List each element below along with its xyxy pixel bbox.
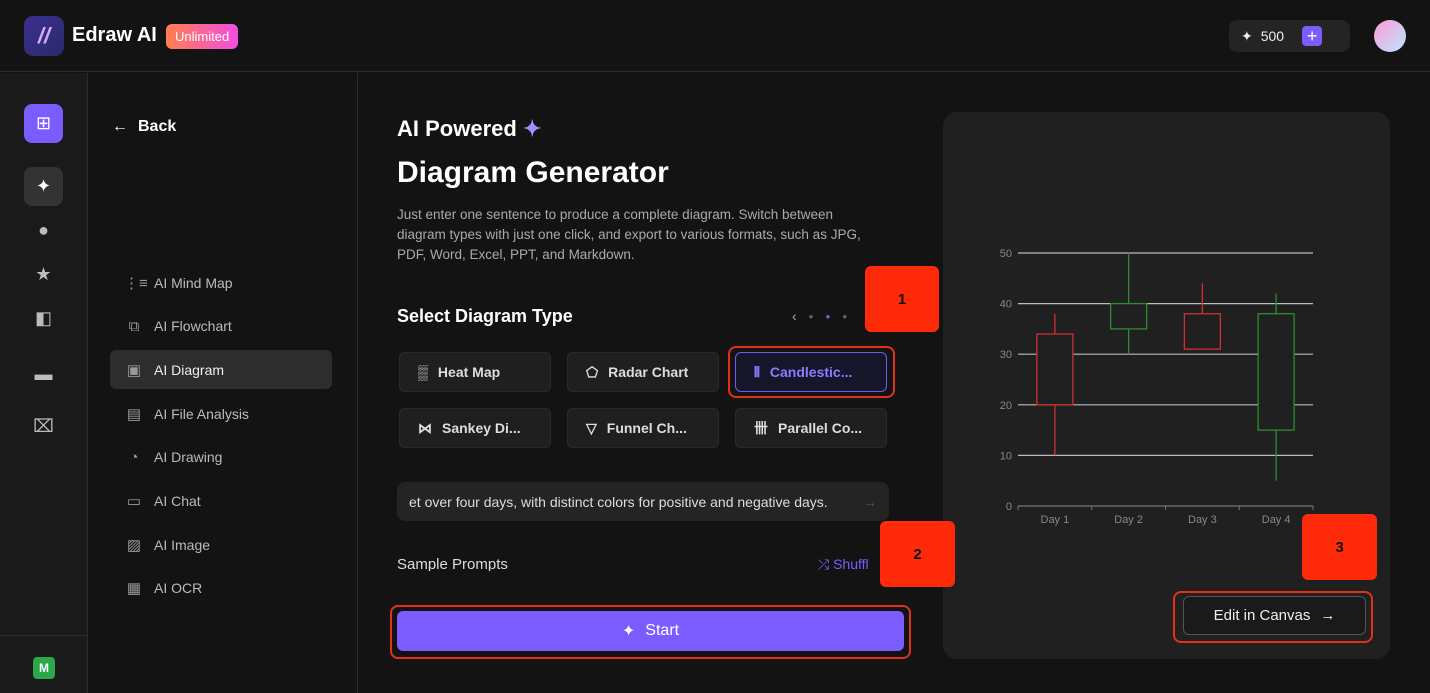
- y-tick-label: 40: [1000, 299, 1012, 311]
- x-tick-label: Day 1: [1041, 514, 1070, 526]
- annotation-1: 1: [865, 266, 939, 332]
- x-tick-label: Day 2: [1114, 514, 1143, 526]
- edit-in-canvas-button[interactable]: Edit in Canvas →: [1183, 596, 1366, 635]
- arrow-right-icon: →: [1320, 607, 1336, 624]
- y-tick-label: 20: [1000, 400, 1012, 412]
- y-tick-label: 50: [1000, 248, 1012, 260]
- candle-body: [1257, 313, 1295, 431]
- candle-body: [1036, 333, 1074, 406]
- annotation-2: 2: [880, 521, 955, 587]
- y-tick-label: 10: [1000, 450, 1012, 462]
- y-tick-label: 0: [1006, 501, 1012, 513]
- annotation-3: 3: [1302, 514, 1377, 580]
- y-tick-label: 30: [1000, 349, 1012, 361]
- candle-body: [1183, 313, 1222, 350]
- candlestick-chart: 0 10 20 30 40 50 Day 1 Day 2 Day 3 Day 4: [1000, 248, 1314, 526]
- x-tick-label: Day 4: [1262, 514, 1291, 526]
- candle-body: [1109, 302, 1148, 330]
- x-tick-label: Day 3: [1188, 514, 1217, 526]
